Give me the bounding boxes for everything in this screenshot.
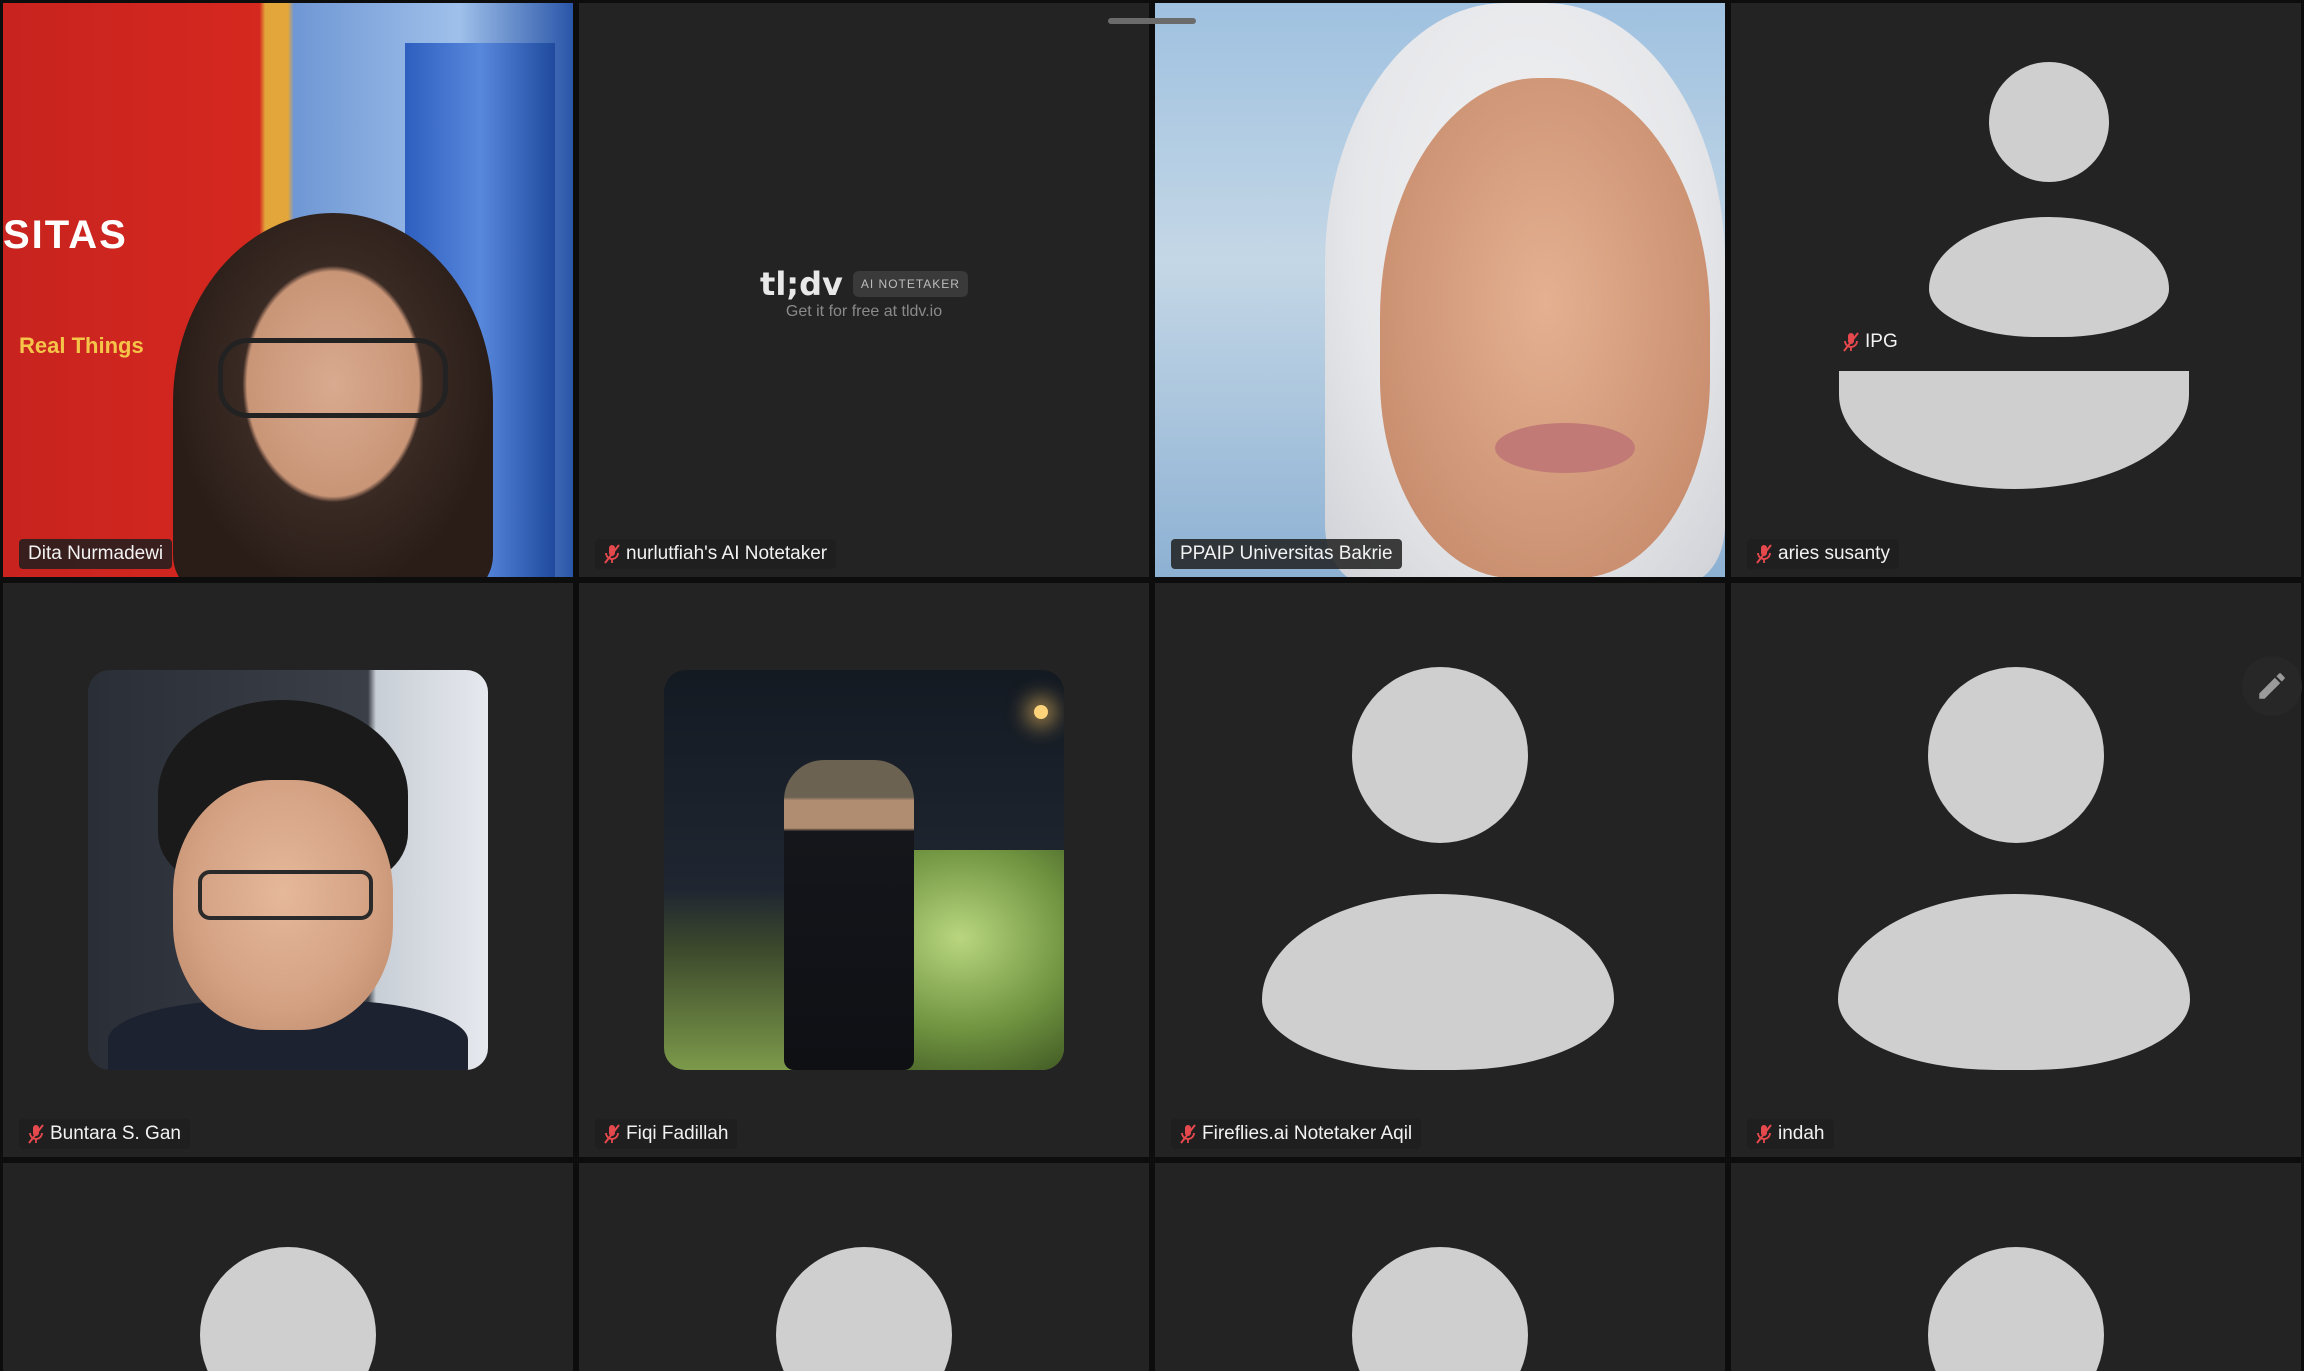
participant-tile-row3-3[interactable]	[1155, 1163, 1725, 1371]
avatar-placeholder-head	[1928, 1247, 2104, 1371]
participant-name-tag: Fiqi Fadillah	[595, 1119, 738, 1149]
mic-off-icon	[1843, 332, 1859, 352]
participant-name: aries susanty	[1778, 543, 1890, 564]
avatar-placeholder-head	[1928, 667, 2104, 843]
participant-tile-fireflies[interactable]: Fireflies.ai Notetaker Aqil	[1155, 583, 1725, 1157]
avatar-placeholder-body	[1262, 894, 1614, 1070]
participant-tile-ppaip[interactable]: PPAIP Universitas Bakrie	[1155, 3, 1725, 577]
floating-name-tag: IPG	[1843, 331, 1898, 353]
tldv-logo: tl;dv AI NOTETAKER	[760, 265, 968, 303]
participant-tile-row3-4[interactable]	[1731, 1163, 2301, 1371]
pencil-icon[interactable]	[2242, 656, 2302, 716]
participant-name: Fiqi Fadillah	[626, 1123, 729, 1144]
participant-name: Fireflies.ai Notetaker Aqil	[1202, 1123, 1413, 1144]
profile-photo	[88, 670, 488, 1070]
participant-name-tag: Fireflies.ai Notetaker Aqil	[1171, 1119, 1422, 1149]
mic-off-icon	[604, 1124, 620, 1144]
avatar-placeholder-head	[200, 1247, 376, 1371]
avatar-placeholder-head	[1989, 62, 2109, 182]
participant-name-tag: Dita Nurmadewi	[19, 539, 173, 569]
participant-tile-indah[interactable]: indah	[1731, 583, 2301, 1157]
participant-tile-row3-2[interactable]	[579, 1163, 1149, 1371]
tldv-brand: tl;dv	[760, 265, 843, 303]
participant-name-tag: Buntara S. Gan	[19, 1119, 190, 1149]
participant-video	[1155, 3, 1725, 577]
floating-participant-name: IPG	[1865, 331, 1898, 352]
avatar-placeholder-body-lower	[1839, 371, 2189, 489]
participant-tile-row3-1[interactable]	[3, 1163, 573, 1371]
participant-grid: SITAS Real Things Dita Nurmadewi tl;dv A…	[0, 0, 2304, 1371]
participant-name-tag: nurlutfiah's AI Notetaker	[595, 539, 837, 569]
avatar-placeholder-body	[1838, 894, 2190, 1070]
participant-tile-dita[interactable]: SITAS Real Things Dita Nurmadewi	[3, 3, 573, 577]
profile-photo	[664, 670, 1064, 1070]
participant-tile-buntara[interactable]: Buntara S. Gan	[3, 583, 573, 1157]
participant-name: nurlutfiah's AI Notetaker	[626, 543, 828, 564]
video-tagline-text: Real Things	[19, 333, 144, 358]
mic-off-icon	[1180, 1124, 1196, 1144]
participant-name-tag: PPAIP Universitas Bakrie	[1171, 539, 1402, 569]
participant-tile-aries[interactable]: IPG aries susanty	[1731, 3, 2301, 577]
mic-off-icon	[604, 544, 620, 564]
participant-name: PPAIP Universitas Bakrie	[1180, 543, 1393, 564]
video-banner-text: SITAS	[3, 213, 128, 257]
avatar-placeholder-body	[1929, 217, 2169, 337]
drag-handle[interactable]	[1108, 18, 1196, 24]
participant-name: Dita Nurmadewi	[28, 543, 164, 564]
avatar-placeholder-head	[1352, 667, 1528, 843]
tldv-badge: AI NOTETAKER	[852, 271, 968, 297]
participant-name-tag: indah	[1747, 1119, 1834, 1149]
avatar-placeholder-head	[776, 1247, 952, 1371]
mic-off-icon	[28, 1124, 44, 1144]
participant-tile-fiqi[interactable]: Fiqi Fadillah	[579, 583, 1149, 1157]
participant-name: Buntara S. Gan	[50, 1123, 181, 1144]
tldv-subtitle: Get it for free at tldv.io	[785, 303, 943, 320]
mic-off-icon	[1756, 544, 1772, 564]
mic-off-icon	[1756, 1124, 1772, 1144]
participant-video: SITAS Real Things	[3, 3, 573, 577]
participant-tile-tldv-notetaker[interactable]: tl;dv AI NOTETAKER Get it for free at tl…	[579, 3, 1149, 577]
participant-name: indah	[1778, 1123, 1825, 1144]
participant-name-tag: aries susanty	[1747, 539, 1899, 569]
avatar-placeholder-head	[1352, 1247, 1528, 1371]
